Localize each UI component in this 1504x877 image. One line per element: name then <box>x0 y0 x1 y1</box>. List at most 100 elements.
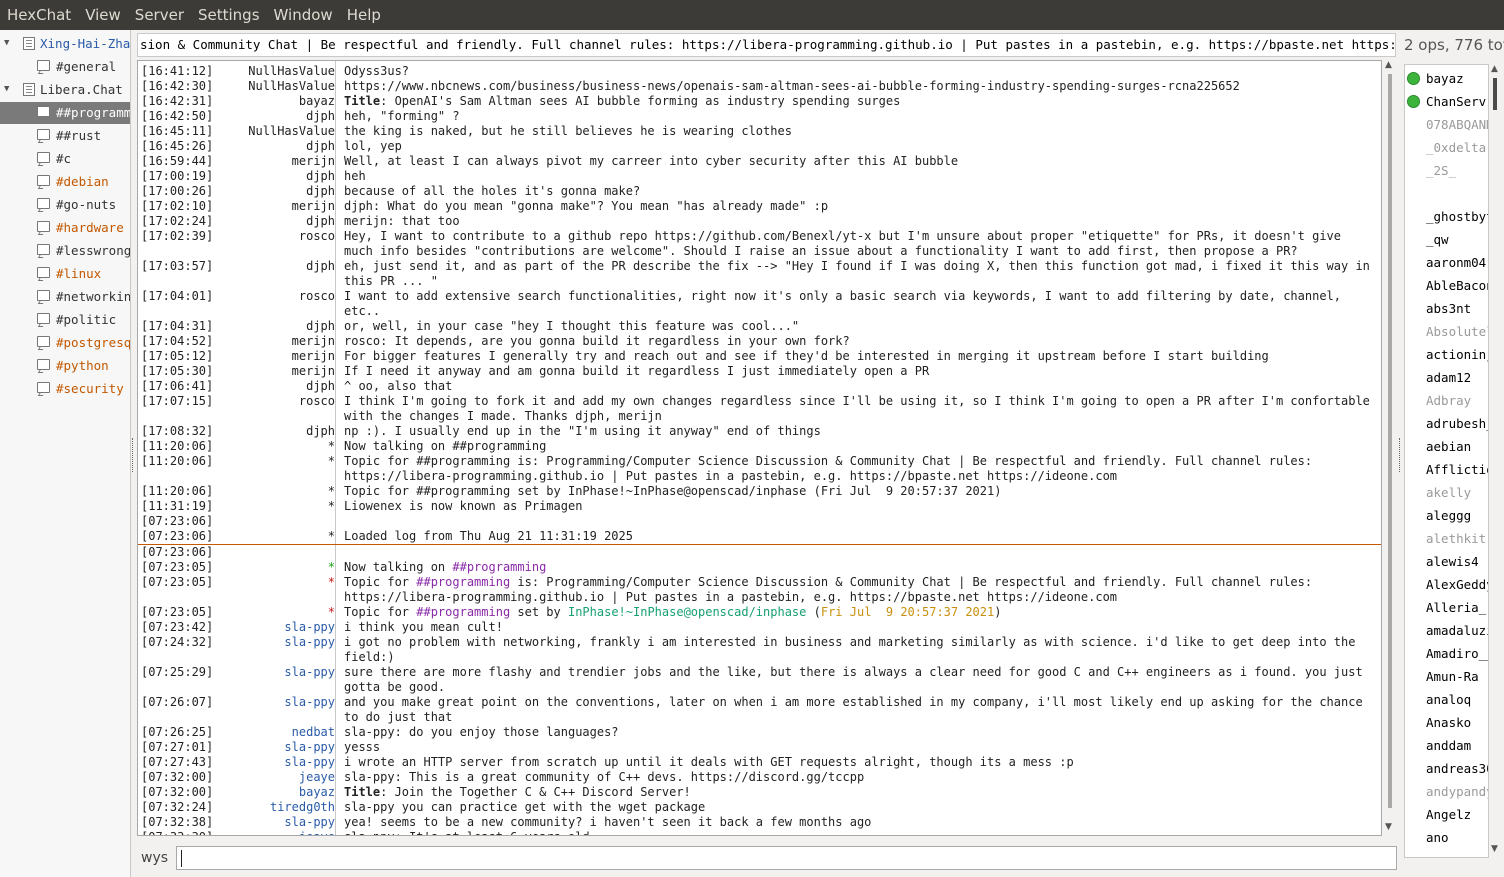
user-entry[interactable]: aebian <box>1405 435 1488 458</box>
message-fragment[interactable]: ##programming <box>416 575 510 589</box>
menu-window[interactable]: Window <box>267 0 340 30</box>
nick-button[interactable]: wys <box>141 850 168 866</box>
nick[interactable]: merijn <box>213 154 339 169</box>
nick[interactable]: sla-ppy <box>213 815 339 830</box>
user-entry[interactable]: abs3nt <box>1405 297 1488 320</box>
nick[interactable]: djph <box>213 139 339 154</box>
message-fragment[interactable]: ##programming <box>452 560 546 574</box>
chat-scrollbar-thumb[interactable] <box>1388 74 1392 808</box>
tree-channel-python[interactable]: #python <box>0 355 130 377</box>
nick[interactable]: djph <box>213 424 339 439</box>
nick[interactable]: merijn <box>213 364 339 379</box>
user-list-scrollbar-thumb[interactable] <box>1493 78 1497 110</box>
tree-channel-programming[interactable]: ##programming <box>0 102 130 124</box>
user-entry[interactable]: bayaz <box>1405 67 1488 90</box>
user-entry[interactable]: AlexGeddy <box>1405 573 1488 596</box>
user-entry[interactable]: ChanServ <box>1405 90 1488 113</box>
user-entry[interactable]: amadaluzia <box>1405 619 1488 642</box>
userlist-scroll-down-icon[interactable]: ▼ <box>1491 844 1498 854</box>
tree-channel-networking[interactable]: #networking <box>0 286 130 308</box>
user-entry[interactable]: Anasko <box>1405 711 1488 734</box>
nick[interactable]: djph <box>213 169 339 184</box>
nick[interactable]: djph <box>213 379 339 394</box>
tree-channel-linux[interactable]: #linux <box>0 263 130 285</box>
nick[interactable]: NullHasValue <box>213 79 339 94</box>
user-entry[interactable]: Amun-Ra <box>1405 665 1488 688</box>
nick[interactable]: djph <box>213 259 339 274</box>
menu-settings[interactable]: Settings <box>191 0 267 30</box>
nick[interactable]: djph <box>213 184 339 199</box>
nick[interactable]: NullHasValue <box>213 64 339 79</box>
nick[interactable]: sla-ppy <box>213 665 339 680</box>
nick[interactable]: merijn <box>213 349 339 364</box>
user-entry[interactable]: _2S_ <box>1405 159 1488 182</box>
nick[interactable]: djph <box>213 109 339 124</box>
user-entry[interactable]: Adbray <box>1405 389 1488 412</box>
user-entry[interactable]: Alleria_ <box>1405 596 1488 619</box>
user-entry[interactable]: alewis4 <box>1405 550 1488 573</box>
scroll-down-arrow-icon[interactable]: ▼ <box>1385 822 1392 832</box>
user-entry[interactable]: Absolutely <box>1405 320 1488 343</box>
right-pane-grip[interactable] <box>1399 438 1402 472</box>
scroll-up-arrow-icon[interactable]: ▲ <box>1385 60 1392 70</box>
nick[interactable]: rosco <box>213 289 339 304</box>
message-input[interactable] <box>176 846 1397 870</box>
nick[interactable]: NullHasValue <box>213 124 339 139</box>
nick[interactable]: jeaye <box>213 830 339 835</box>
user-entry[interactable]: 078ABQANM <box>1405 113 1488 136</box>
nick[interactable]: merijn <box>213 334 339 349</box>
nick[interactable]: merijn <box>213 199 339 214</box>
user-entry[interactable]: aaronm04 <box>1405 251 1488 274</box>
chat-log[interactable]: [16:41:12] NullHasValue Odyss3us? [16:42:30… <box>137 60 1382 836</box>
message-fragment[interactable]: InPhase!~InPhase@openscad/inphase <box>568 605 806 619</box>
user-entry[interactable]: ano <box>1405 826 1488 849</box>
expander-icon[interactable]: ▼ <box>4 84 9 94</box>
chat-scrollbar[interactable]: ▲ ▼ <box>1384 60 1396 836</box>
user-entry[interactable]: analoq <box>1405 688 1488 711</box>
tree-channel-rust[interactable]: ##rust <box>0 125 130 147</box>
nick[interactable]: djph <box>213 319 339 334</box>
menu-server[interactable]: Server <box>128 0 191 30</box>
nick[interactable]: rosco <box>213 229 339 244</box>
user-entry[interactable]: _qw <box>1405 228 1488 251</box>
menu-help[interactable]: Help <box>340 0 388 30</box>
user-entry[interactable]: andypandy <box>1405 780 1488 803</box>
user-entry[interactable]: Affliction <box>1405 458 1488 481</box>
tree-channel-politic[interactable]: #politic <box>0 309 130 331</box>
user-list-scrollbar[interactable]: ▲ ▼ <box>1489 64 1502 858</box>
expander-icon[interactable]: ▼ <box>4 38 9 48</box>
message-fragment[interactable]: Fri Jul 9 20:57:37 2021 <box>821 605 994 619</box>
tree-channel-debian[interactable]: #debian <box>0 171 130 193</box>
tree-channel-hardware[interactable]: #hardware <box>0 217 130 239</box>
nick[interactable]: djph <box>213 214 339 229</box>
topic-bar[interactable]: sion & Community Chat | Be respectful an… <box>137 33 1396 57</box>
nick[interactable]: bayaz <box>213 785 339 800</box>
menu-hexchat[interactable]: HexChat <box>0 0 78 30</box>
nick[interactable]: sla-ppy <box>213 620 339 635</box>
nick[interactable]: jeaye <box>213 770 339 785</box>
tree-channel-security[interactable]: #security <box>0 378 130 400</box>
user-list[interactable]: bayaz ChanServ 078ABQANM _0xdelta _2S_ _ghost… <box>1404 64 1489 858</box>
nick[interactable]: rosco <box>213 394 339 409</box>
tree-channel-c[interactable]: #c <box>0 148 130 170</box>
user-entry[interactable]: actioninja <box>1405 343 1488 366</box>
tree-server-xing-hai-zhan[interactable]: ▼ Xing-Hai-Zhan <box>0 33 130 55</box>
user-entry[interactable]: andreas303 <box>1405 757 1488 780</box>
user-entry[interactable]: Angelz <box>1405 803 1488 826</box>
nick[interactable]: nedbat <box>213 725 339 740</box>
tree-channel-lesswrong[interactable]: #lesswrong <box>0 240 130 262</box>
tree-channel-go-nuts[interactable]: #go-nuts <box>0 194 130 216</box>
nick[interactable]: sla-ppy <box>213 740 339 755</box>
nick[interactable]: sla-ppy <box>213 695 339 710</box>
nick[interactable]: bayaz <box>213 94 339 109</box>
tree-channel-postgresql[interactable]: #postgresql <box>0 332 130 354</box>
nick[interactable]: sla-ppy <box>213 635 339 650</box>
user-entry[interactable]: Amadiro__ <box>1405 642 1488 665</box>
left-pane-grip[interactable] <box>132 438 135 472</box>
user-entry[interactable]: anddam <box>1405 734 1488 757</box>
user-entry[interactable]: adam12 <box>1405 366 1488 389</box>
user-entry[interactable]: akelly <box>1405 481 1488 504</box>
user-entry[interactable]: adrubesh_ <box>1405 412 1488 435</box>
user-entry[interactable]: AbleBacon <box>1405 274 1488 297</box>
tree-channel-general[interactable]: #general <box>0 56 130 78</box>
